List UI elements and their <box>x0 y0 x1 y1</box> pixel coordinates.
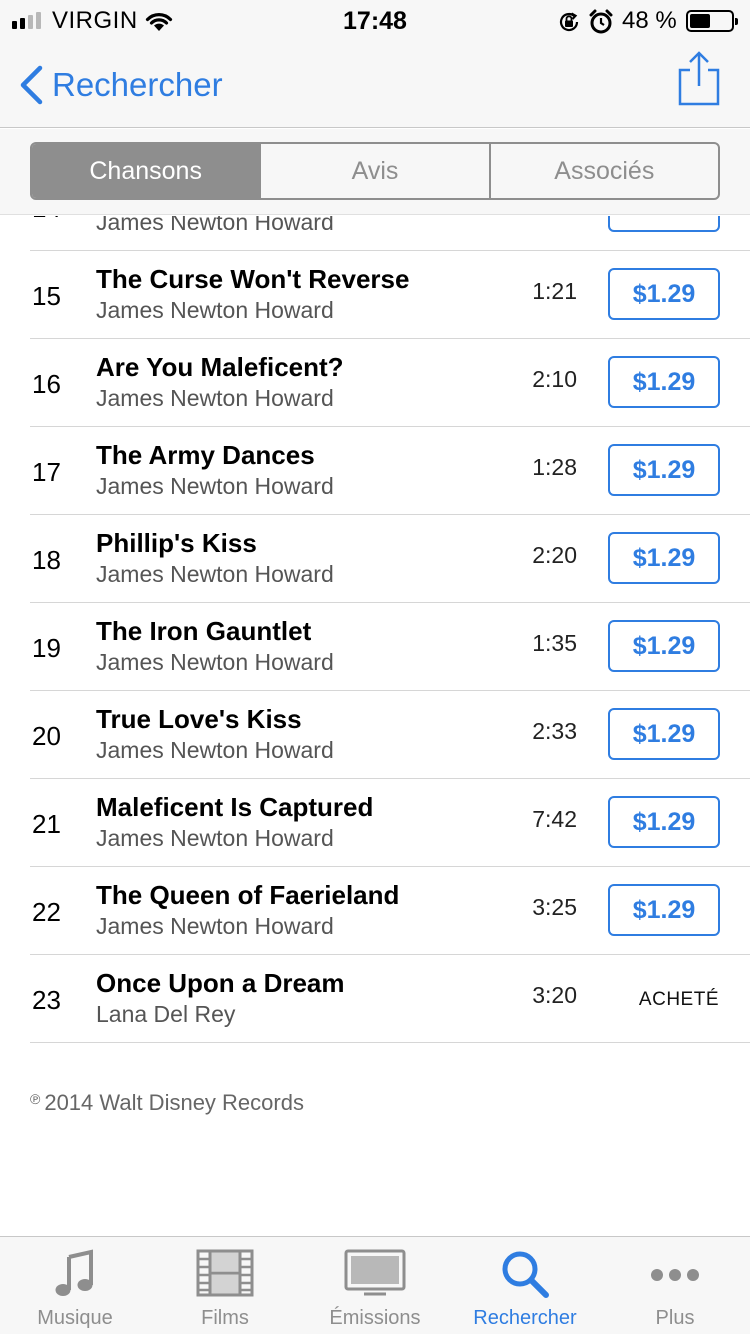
buy-price-button[interactable]: $1.29 <box>608 268 720 320</box>
track-title: Once Upon a Dream <box>96 968 345 998</box>
purchased-label: ACHETÉ <box>638 989 719 1010</box>
track-duration: 2:10 <box>532 366 577 392</box>
track-list[interactable]: 14The Wall Defends ItselfJames Newton Ho… <box>0 216 750 1236</box>
track-title: Are You Maleficent? <box>96 352 344 382</box>
buy-price-button[interactable]: $1.29 <box>608 444 720 496</box>
segmented-control: Chansons Avis Associés <box>30 142 720 200</box>
copyright-text: ℗ 2014 Walt Disney Records <box>30 1090 304 1116</box>
track-artist: James Newton Howard <box>96 385 334 411</box>
status-bar: VIRGIN 17:48 48 % <box>0 0 750 40</box>
tab-label-rechercher: Rechercher <box>473 1307 577 1329</box>
track-number: 16 <box>32 369 61 399</box>
track-duration: 3:25 <box>532 894 577 920</box>
track-artist: James Newton Howard <box>96 649 334 675</box>
share-icon[interactable] <box>676 50 722 106</box>
music-note-icon <box>55 1249 93 1296</box>
buy-price-button[interactable]: $1.29 <box>608 216 720 232</box>
track-title: Phillip's Kiss <box>96 528 257 558</box>
track-row[interactable]: 22 The Queen of Faerieland James Newton Ho… <box>0 867 750 955</box>
buy-price-button[interactable]: $1.29 <box>608 708 720 760</box>
navigation-bar: Rechercher <box>0 40 750 128</box>
more-icon <box>651 1269 699 1281</box>
track-number: 14 <box>32 216 61 224</box>
track-row[interactable]: 17 The Army Dances James Newton Howard 1:28… <box>0 427 750 515</box>
alarm-icon <box>589 9 613 34</box>
buy-price-button[interactable]: $1.29 <box>608 884 720 936</box>
track-duration: 1:28 <box>532 454 577 480</box>
track-row[interactable]: 15 The Curse Won't Reverse James Newton Ho… <box>0 251 750 339</box>
track-duration: 2:33 <box>532 718 577 744</box>
track-row[interactable]: 16 Are You Maleficent? James Newton Howard… <box>0 339 750 427</box>
battery-icon <box>686 10 738 32</box>
tab-films[interactable]: Films <box>150 1237 300 1334</box>
battery-percent: 48 % <box>622 7 677 34</box>
track-row[interactable]: 23 Once Upon a Dream Lana Del Rey 3:20 ACHET… <box>0 955 750 1043</box>
segment-associes[interactable]: Associés <box>488 144 718 198</box>
orientation-lock-icon <box>559 12 579 32</box>
track-artist: James Newton Howard <box>96 473 334 499</box>
tab-musique[interactable]: Musique <box>0 1237 150 1334</box>
phonogram-mark: ℗ <box>30 1091 41 1107</box>
buy-price-button[interactable]: $1.29 <box>608 620 720 672</box>
track-duration: 3:20 <box>532 982 577 1008</box>
tab-label-films: Films <box>201 1307 249 1329</box>
track-number: 17 <box>32 457 61 487</box>
track-duration: 2:20 <box>532 542 577 568</box>
track-title: The Iron Gauntlet <box>96 616 312 646</box>
tv-icon <box>344 1249 406 1296</box>
track-title: Maleficent Is Captured <box>96 792 374 822</box>
buy-price-button[interactable]: $1.29 <box>608 532 720 584</box>
track-number: 19 <box>32 633 61 663</box>
tab-plus[interactable]: Plus <box>600 1237 750 1334</box>
track-row[interactable]: 14The Wall Defends ItselfJames Newton Ho… <box>0 216 750 251</box>
buy-price-button[interactable]: $1.29 <box>608 356 720 408</box>
copyright-label: 2014 Walt Disney Records <box>44 1090 304 1115</box>
track-artist: Lana Del Rey <box>96 1001 236 1027</box>
track-title: The Queen of Faerieland <box>96 880 400 910</box>
track-duration: 7:42 <box>532 806 577 832</box>
track-number: 15 <box>32 281 61 311</box>
back-button-label: Rechercher <box>52 66 223 103</box>
tab-emissions[interactable]: Émissions <box>300 1237 450 1334</box>
tab-rechercher[interactable]: Rechercher <box>450 1237 600 1334</box>
track-number: 20 <box>32 721 61 751</box>
search-icon <box>502 1251 549 1298</box>
segment-chansons[interactable]: Chansons <box>32 144 260 198</box>
track-duration: 1:35 <box>532 630 577 656</box>
track-artist: James Newton Howard <box>96 737 334 763</box>
track-artist: James Newton Howard <box>96 216 334 235</box>
film-strip-icon <box>196 1249 254 1297</box>
tab-bar: Musique Films Émissions Rechercher Plus <box>0 1236 750 1334</box>
track-row[interactable]: 18 Phillip's Kiss James Newton Howard 2:20 $… <box>0 515 750 603</box>
track-number: 22 <box>32 897 61 927</box>
track-number: 23 <box>32 985 61 1015</box>
track-artist: James Newton Howard <box>96 297 334 323</box>
track-row[interactable]: 21 Maleficent Is Captured James Newton How… <box>0 779 750 867</box>
track-number: 18 <box>32 545 61 575</box>
track-number: 21 <box>32 809 61 839</box>
track-artist: James Newton Howard <box>96 561 334 587</box>
tab-label-emissions: Émissions <box>329 1307 421 1329</box>
track-row[interactable]: 19 The Iron Gauntlet James Newton Howard 1:… <box>0 603 750 691</box>
tab-label-musique: Musique <box>37 1307 113 1329</box>
track-duration: 1:06 <box>532 216 577 217</box>
track-title: The Curse Won't Reverse <box>96 264 410 294</box>
track-title: The Army Dances <box>96 440 315 470</box>
track-artist: James Newton Howard <box>96 913 334 939</box>
segment-bar: Chansons Avis Associés <box>0 129 750 215</box>
track-title: True Love's Kiss <box>96 704 302 734</box>
tab-label-plus: Plus <box>655 1307 695 1329</box>
segment-avis[interactable]: Avis <box>259 144 488 198</box>
track-row[interactable]: 20 True Love's Kiss James Newton Howard 2:3… <box>0 691 750 779</box>
chevron-left-icon <box>20 65 43 105</box>
back-button[interactable]: Rechercher <box>16 64 223 106</box>
buy-price-button[interactable]: $1.29 <box>608 796 720 848</box>
track-artist: James Newton Howard <box>96 825 334 851</box>
track-duration: 1:21 <box>532 278 577 304</box>
